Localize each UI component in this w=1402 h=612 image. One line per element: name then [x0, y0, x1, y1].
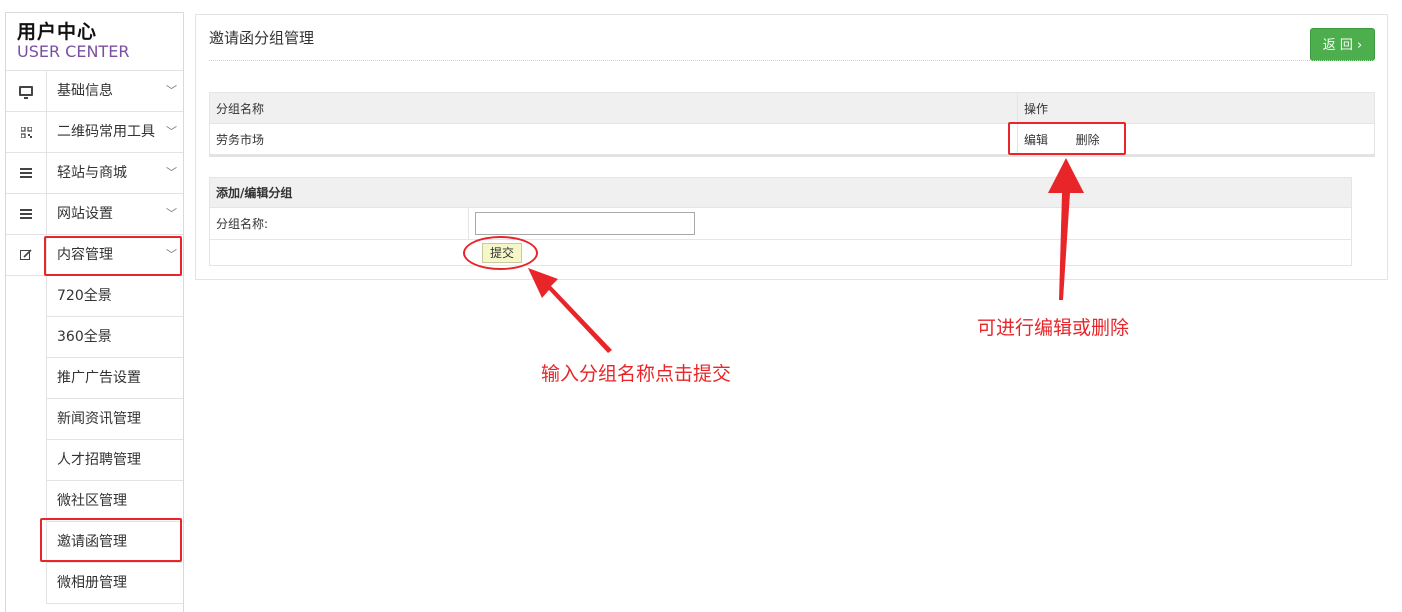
edit-delete-hint: 可进行编辑或删除 [977, 317, 1130, 339]
arrow-to-edit-delete [1048, 158, 1084, 300]
arrow-to-submit [528, 268, 612, 353]
annotation-arrows [528, 158, 1084, 353]
submit-hint: 输入分组名称点击提交 [541, 363, 732, 385]
